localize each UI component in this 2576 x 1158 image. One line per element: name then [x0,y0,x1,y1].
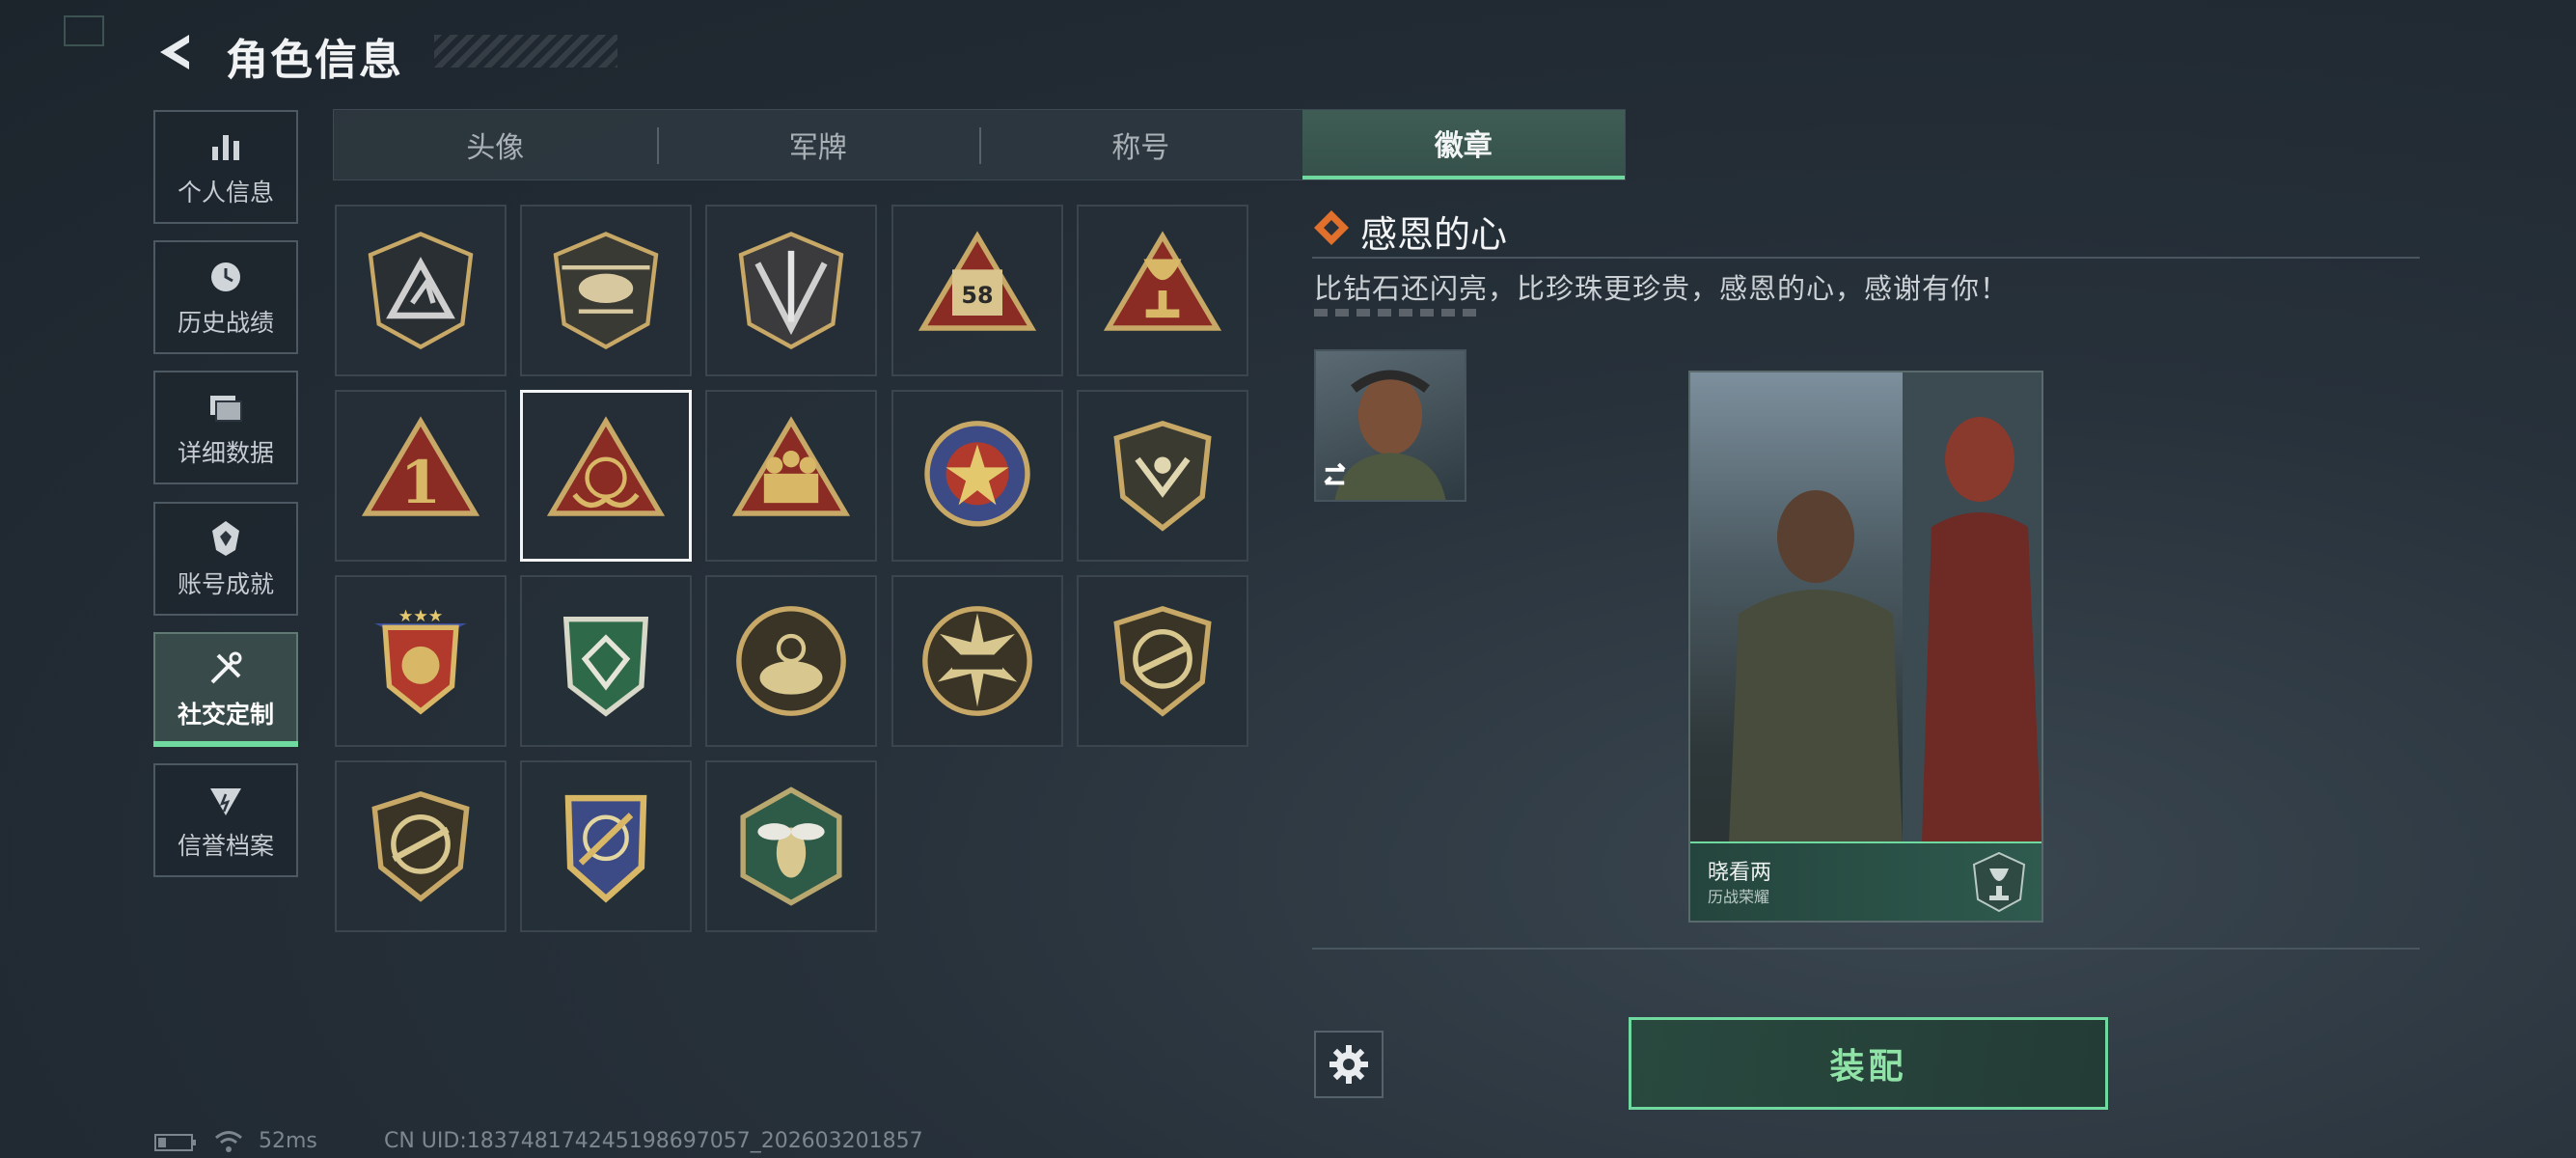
sidebar-item-label: 账号成就 [177,570,274,598]
green-diamond-badge-icon [562,616,649,717]
tab-title[interactable]: 称号 [979,110,1302,179]
settings-button[interactable] [1314,1031,1384,1098]
sidebar-item-history[interactable]: 历史战绩 [153,240,298,354]
folder-icon [210,396,242,422]
badge-item[interactable] [1077,575,1248,747]
description-dots [1314,309,1478,317]
trophy-icon [1970,851,2028,913]
wing-shield-badge-icon [1113,420,1212,532]
badge-item[interactable] [520,760,692,932]
sidebar-item-profile[interactable]: 个人信息 [153,110,298,224]
no-rifle-badge-icon [371,790,470,902]
star-emblem-badge-icon [924,421,1030,527]
target-knife-badge-icon [564,794,647,903]
badge-item[interactable] [891,575,1063,747]
crosshair-badge-icon [736,606,846,716]
achievement-icon [212,521,239,556]
tab-avatar[interactable]: 头像 [334,110,657,179]
sidebar-item-achievements[interactable]: 账号成就 [153,502,298,616]
sidebar-item-label: 详细数据 [177,439,274,467]
tab-badge[interactable]: 徽章 [1302,110,1625,179]
uid-text: CN UID:18374817424519869705​7_2026032018… [384,1129,923,1153]
badge-item[interactable] [335,760,507,932]
ping-value: 52ms [259,1129,317,1153]
tab-bar: 头像 军牌 称号 徽章 [333,109,1626,180]
badge-item[interactable] [705,575,877,747]
page-title: 角色信息 [226,36,403,85]
sidebar-item-details[interactable]: 详细数据 [153,371,298,484]
star-medal-badge-icon: ★★★ [374,607,467,715]
tools-icon [210,651,242,684]
helicopter-badge-icon [553,232,659,349]
badge-item[interactable] [335,205,507,376]
swap-icon [1324,462,1346,485]
card-character-name: 晓看两 [1708,861,1772,885]
corner-decoration [64,15,104,46]
sidebar-item-credit[interactable]: 信誉档案 [153,763,298,877]
tank-badge-icon [922,606,1032,716]
badge-item[interactable] [1077,205,1248,376]
badge-description: 比钻石还闪亮，比珍珠更珍贵，感恩的心，感谢有你！ [1314,272,2010,305]
character-avatar[interactable] [1314,349,1466,502]
tab-dogtag[interactable]: 军牌 [656,110,980,179]
svg-text:★★★: ★★★ [398,607,444,626]
divider [1312,948,2420,950]
sidebar-item-label: 个人信息 [177,179,274,207]
trophy-triangle-badge-icon [1103,231,1222,331]
grateful-heart-badge-icon [546,416,666,516]
history-icon [211,262,240,291]
badge-item[interactable]: 58 [891,205,1063,376]
dagger-shield-badge-icon [738,232,844,349]
svg-text:58: 58 [961,282,993,309]
badge-item[interactable] [520,205,692,376]
wifi-icon [214,1129,243,1154]
divider [1312,257,2420,259]
badge-item[interactable] [891,390,1063,562]
sidebar-item-label: 历史战绩 [177,309,274,337]
card-subtitle: 历战荣耀 [1708,888,1770,906]
58-truck-badge-icon: 58 [918,231,1037,331]
gear-icon [1329,1045,1368,1084]
badge-item[interactable]: ★★★ [335,575,507,747]
diamond-icon [1312,208,1351,247]
equip-button[interactable]: 装配 [1629,1017,2108,1110]
card-footer: 晓看两 历战荣耀 [1690,841,2042,921]
sidebar-item-label: 社交定制 [177,701,274,729]
badge-item[interactable]: 1 [335,390,507,562]
sidebar-item-label: 信誉档案 [177,832,274,860]
back-arrow-icon[interactable] [152,29,199,75]
badge-item[interactable] [520,575,692,747]
rifle-badge-icon [1113,605,1212,717]
badge-item[interactable] [705,760,877,932]
soldiers-badge-icon [731,416,851,516]
title-stripe [434,35,617,68]
badge-item-selected[interactable] [520,390,692,562]
svg-text:1: 1 [400,449,441,517]
character-card: 晓看两 历战荣耀 [1688,371,2043,923]
wasp-hex-badge-icon [740,786,842,906]
sidebar-item-social[interactable]: 社交定制 [153,632,298,746]
badge-item[interactable] [705,390,877,562]
badge-name: 感恩的心 [1360,213,1508,256]
badge-item[interactable] [1077,390,1248,562]
bar-chart-icon [212,135,239,160]
triangle-a-badge-icon [368,232,474,349]
badge-item[interactable] [705,205,877,376]
sidebar-active-indicator [153,741,298,747]
battery-icon [154,1133,197,1152]
credit-icon [210,788,241,815]
number-one-badge-icon: 1 [361,416,480,517]
